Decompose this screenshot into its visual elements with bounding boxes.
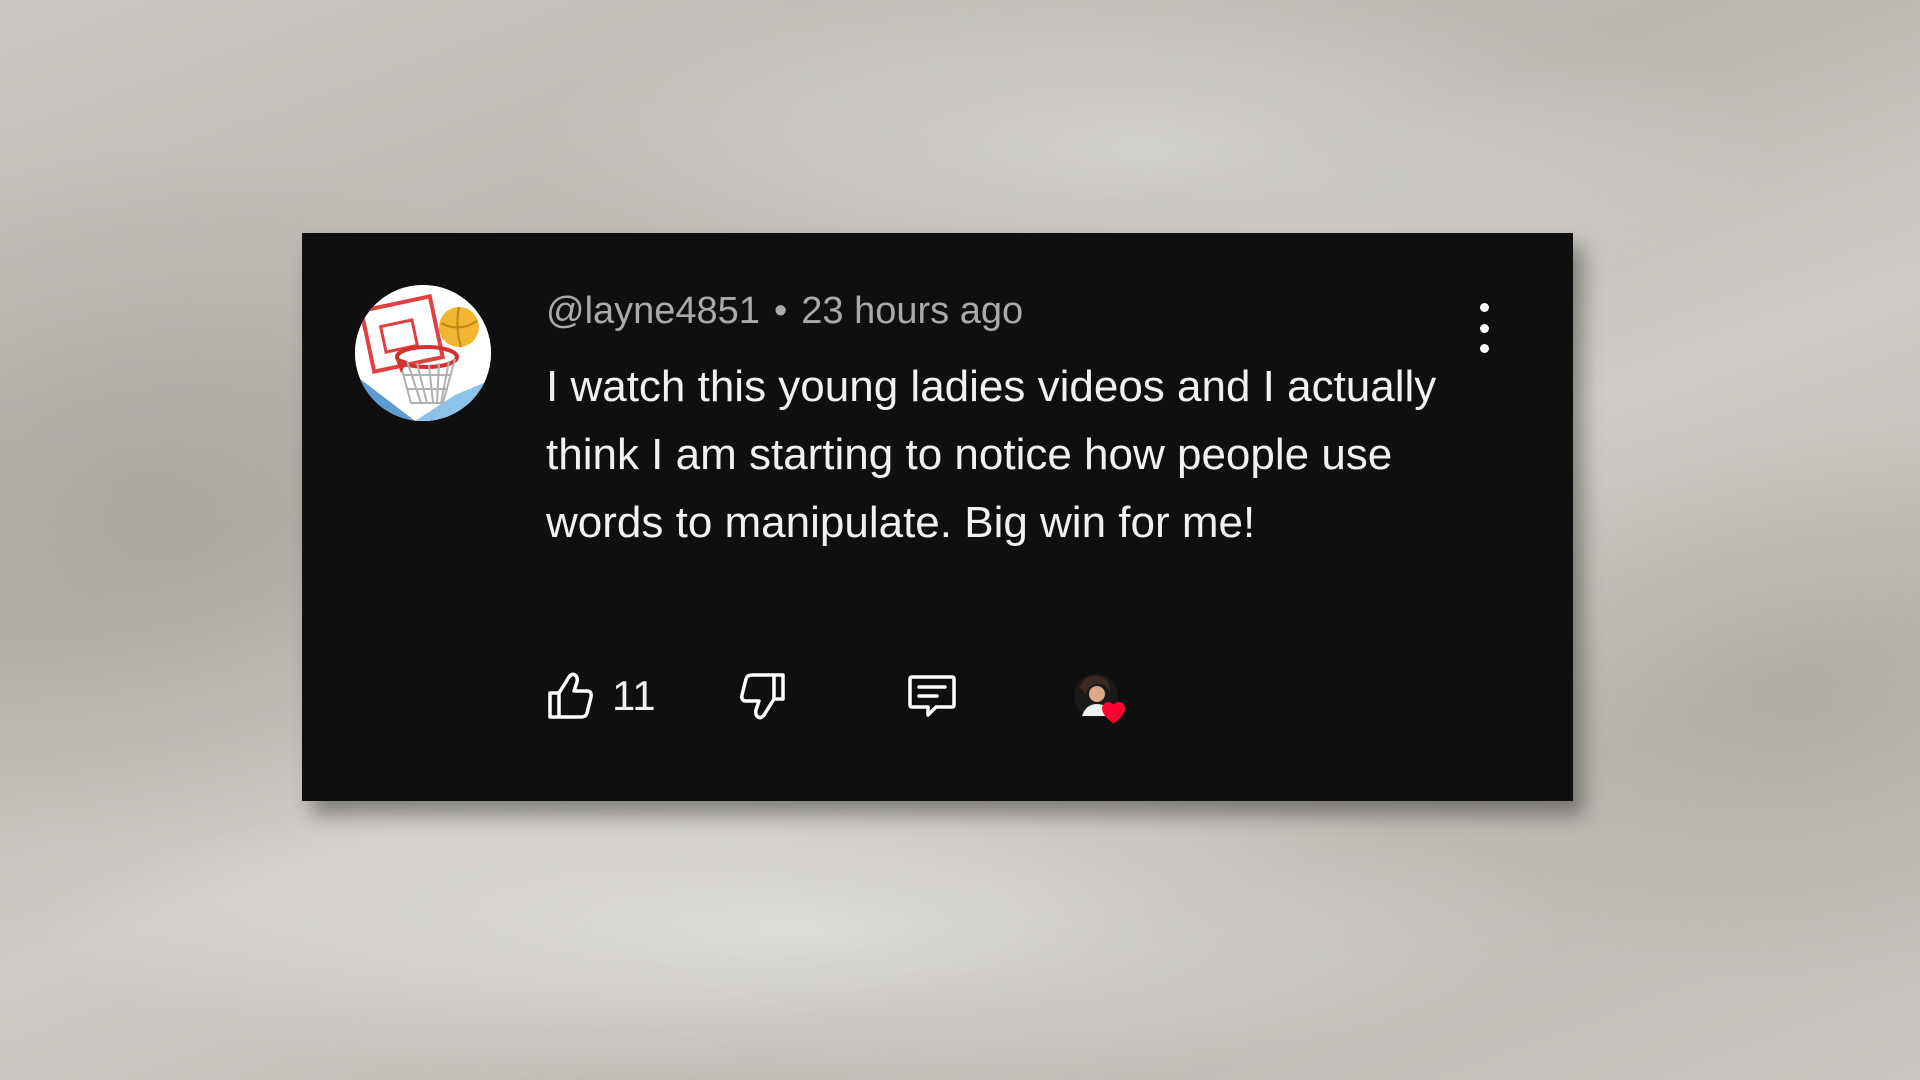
like-button[interactable]: 11 — [546, 666, 656, 726]
more-actions-button[interactable] — [1472, 303, 1496, 353]
meta-separator: • — [773, 290, 788, 332]
comment-card: @layne4851 • 23 hours ago I watch this you… — [302, 233, 1573, 801]
comment-timestamp[interactable]: 23 hours ago — [801, 290, 1023, 332]
comment-actions: 11 — [546, 666, 1246, 726]
dislike-button[interactable] — [739, 666, 787, 726]
comment-text: I watch this young ladies videos and I a… — [546, 362, 1437, 547]
like-count: 11 — [612, 672, 656, 719]
author-handle[interactable]: @layne4851 — [546, 290, 760, 332]
basketball-hoop-icon — [355, 285, 491, 421]
creator-heart-icon — [1074, 674, 1126, 724]
more-dot — [1479, 344, 1489, 353]
comment-meta: @layne4851 • 23 hours ago — [546, 287, 1466, 335]
thumbs-up-icon — [548, 672, 593, 719]
author-avatar[interactable] — [355, 285, 491, 421]
thumbs-down-icon — [740, 673, 785, 720]
reply-button[interactable] — [906, 666, 958, 726]
more-dot — [1479, 303, 1489, 312]
comment-reply-icon — [908, 675, 956, 717]
comment-body: @layne4851 • 23 hours ago I watch this you… — [546, 287, 1466, 557]
more-dot — [1479, 323, 1489, 333]
creator-heart-badge[interactable] — [1070, 670, 1150, 730]
